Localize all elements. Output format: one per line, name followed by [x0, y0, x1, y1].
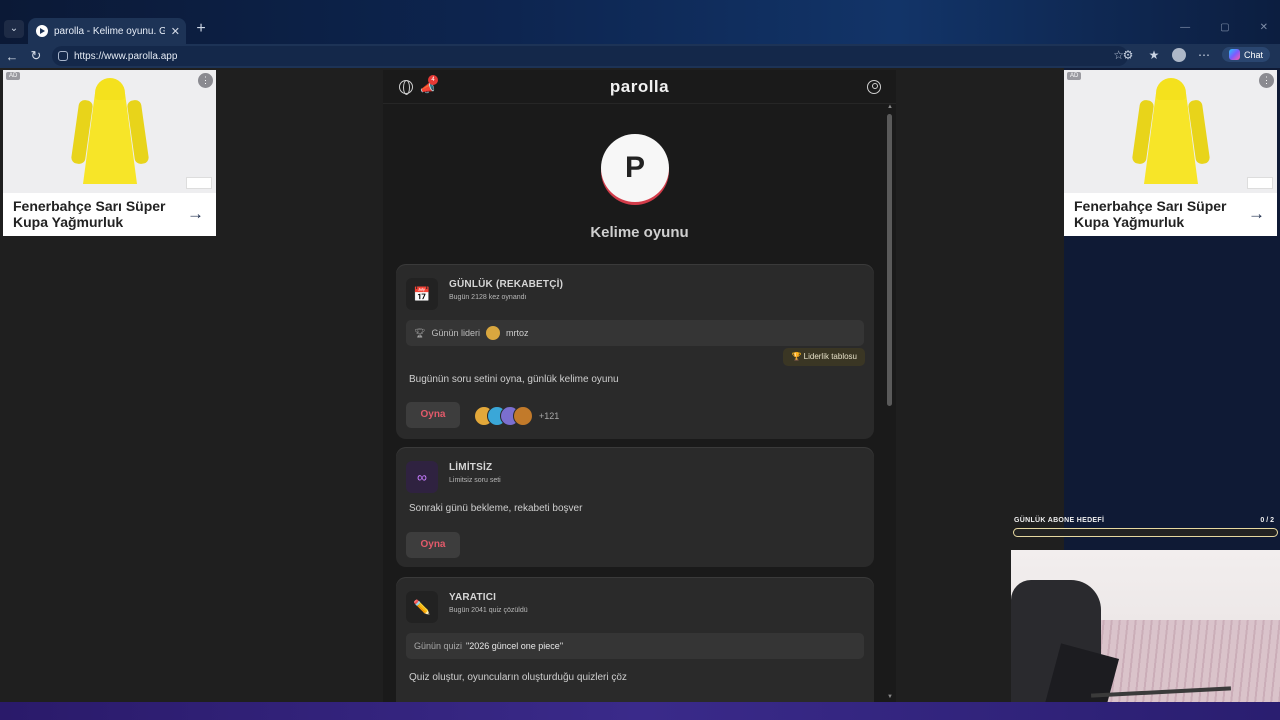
- card-title: LİMİTSİZ: [449, 462, 493, 473]
- quiz-label: Günün quizi: [414, 641, 463, 651]
- scroll-up-icon[interactable]: ▲: [887, 104, 893, 110]
- user-account-icon[interactable]: [867, 80, 881, 94]
- ad-badge: AD: [6, 72, 21, 80]
- favorites-icon[interactable]: ★: [1146, 48, 1162, 62]
- new-tab-button[interactable]: +: [192, 20, 210, 38]
- sub-goal-progress-bar: [1013, 528, 1278, 537]
- scrollbar-thumb[interactable]: [887, 114, 892, 406]
- tab-close-icon[interactable]: ✕: [171, 25, 180, 38]
- arrow-right-icon[interactable]: →: [1248, 204, 1265, 224]
- extensions-icon[interactable]: ⚙: [1120, 48, 1136, 62]
- ad-title[interactable]: Fenerbahçe Sarı Süper Kupa Yağmurluk: [1074, 198, 1234, 230]
- refresh-icon[interactable]: ↻: [24, 48, 48, 64]
- quiz-name: "2026 güncel one piece": [466, 641, 564, 651]
- scroll-down-icon[interactable]: ▼: [887, 694, 893, 700]
- daily-quiz-row[interactable]: Günün quizi "2026 güncel one piece": [406, 633, 864, 659]
- unlimited-play-button[interactable]: Oyna: [406, 532, 460, 558]
- sub-goal-label: GÜNLÜK ABONE HEDEFİ: [1014, 517, 1105, 524]
- daily-play-button[interactable]: Oyna: [406, 402, 460, 428]
- arrow-right-icon[interactable]: →: [187, 204, 204, 224]
- card-description: Sonraki günü bekleme, rekabeti boşver: [409, 503, 583, 514]
- calendar-icon: 📅: [406, 278, 438, 310]
- window-close-icon[interactable]: ✕: [1260, 22, 1268, 33]
- card-description: Bugünün soru setini oyna, günlük kelime …: [409, 374, 619, 385]
- browser-address-bar: ← ↻ https://www.parolla.app ☆ ⚙ ★ ⋯ Chat: [0, 44, 1280, 68]
- card-subtitle: Bugün 2041 quiz çözüldü: [449, 607, 528, 614]
- ad-brand-logo: [1247, 177, 1273, 189]
- browser-tab-bar: ⌄ parolla - Kelime oyunu. Günlük ke ✕ + …: [0, 0, 1280, 44]
- leaderboard-button[interactable]: 🏆 Liderlik tablosu: [783, 348, 865, 366]
- tab-list-dropdown-icon[interactable]: ⌄: [4, 20, 24, 38]
- app-logo[interactable]: parolla: [383, 77, 896, 97]
- card-subtitle: Bugün 2128 kez oynandı: [449, 294, 527, 301]
- chat-label: Chat: [1243, 49, 1263, 60]
- window-controls: — ▢ ✕: [1180, 22, 1268, 33]
- webcam-feed: [1011, 550, 1280, 720]
- ad-left[interactable]: AD ⋮ Fenerbahçe Sarı Süper Kupa Yağmurlu…: [3, 70, 216, 236]
- parolla-favicon-icon: [36, 25, 48, 37]
- ad-image[interactable]: AD ⋮: [1064, 70, 1277, 193]
- ad-options-icon[interactable]: ⋮: [198, 73, 213, 88]
- leader-avatar: [485, 326, 500, 340]
- ad-brand-logo: [186, 177, 212, 189]
- card-description: Quiz oluştur, oyuncuların oluşturduğu qu…: [409, 672, 627, 683]
- recent-players: +121: [474, 406, 559, 426]
- ad-image[interactable]: AD ⋮: [3, 70, 216, 193]
- sub-goal-count: 0 / 2: [1260, 517, 1274, 524]
- more-menu-icon[interactable]: ⋯: [1196, 48, 1212, 62]
- profile-avatar[interactable]: [1171, 47, 1186, 62]
- url-text: https://www.parolla.app: [74, 50, 178, 62]
- ad-title[interactable]: Fenerbahçe Sarı Süper Kupa Yağmurluk: [13, 198, 173, 230]
- url-field[interactable]: https://www.parolla.app ☆: [52, 46, 1128, 66]
- raincoat-image: [70, 78, 150, 190]
- tab-title: parolla - Kelime oyunu. Günlük ke: [54, 25, 165, 37]
- copilot-icon: [1228, 49, 1240, 60]
- ad-options-icon[interactable]: ⋮: [1259, 73, 1274, 88]
- page-title: Kelime oyunu: [590, 224, 689, 241]
- player-avatar: [513, 406, 533, 426]
- ad-badge: AD: [1067, 72, 1082, 80]
- unlimited-mode-card: ∞ LİMİTSİZ Limitsiz soru seti Sonraki gü…: [396, 447, 874, 567]
- daily-mode-card: 📅 GÜNLÜK (REKABETÇİ) Bugün 2128 kez oyna…: [396, 264, 874, 439]
- leader-name[interactable]: mrtoz: [506, 328, 529, 338]
- infinity-icon: ∞: [406, 461, 438, 493]
- pencil-icon: ✏️: [406, 591, 438, 623]
- creator-mode-card: ✏️ YARATICI Bugün 2041 quiz çözüldü Günü…: [396, 577, 874, 702]
- ad-right[interactable]: AD ⋮ Fenerbahçe Sarı Süper Kupa Yağmurlu…: [1064, 70, 1277, 236]
- back-icon[interactable]: ←: [0, 49, 24, 64]
- minimize-icon[interactable]: —: [1180, 22, 1190, 33]
- copilot-chat-button[interactable]: Chat: [1221, 47, 1270, 62]
- browser-toolbar: ⚙ ★ ⋯ Chat: [1120, 47, 1270, 62]
- leader-label: Günün lideri: [431, 328, 480, 338]
- site-info-icon[interactable]: [58, 51, 68, 61]
- raincoat-image: [1131, 78, 1211, 190]
- app-header: 📣 4 parolla: [383, 70, 896, 104]
- game-panel: 📣 4 parolla ▲ ▼ P Kelime oyunu 📅 GÜNLÜK …: [383, 70, 896, 702]
- card-title: YARATICI: [449, 592, 497, 603]
- app-avatar: P: [601, 134, 669, 202]
- browser-tab-active[interactable]: parolla - Kelime oyunu. Günlük ke ✕: [28, 18, 186, 44]
- daily-leader-row: 🏆︎ Günün lideri mrtoz: [406, 320, 864, 346]
- taskbar-strip: [0, 702, 1280, 720]
- extra-players-count: +121: [539, 411, 560, 421]
- card-subtitle: Limitsiz soru seti: [449, 477, 501, 484]
- trophy-icon: 🏆︎: [414, 327, 426, 338]
- card-title: GÜNLÜK (REKABETÇİ): [449, 279, 564, 290]
- maximize-icon[interactable]: ▢: [1220, 22, 1229, 33]
